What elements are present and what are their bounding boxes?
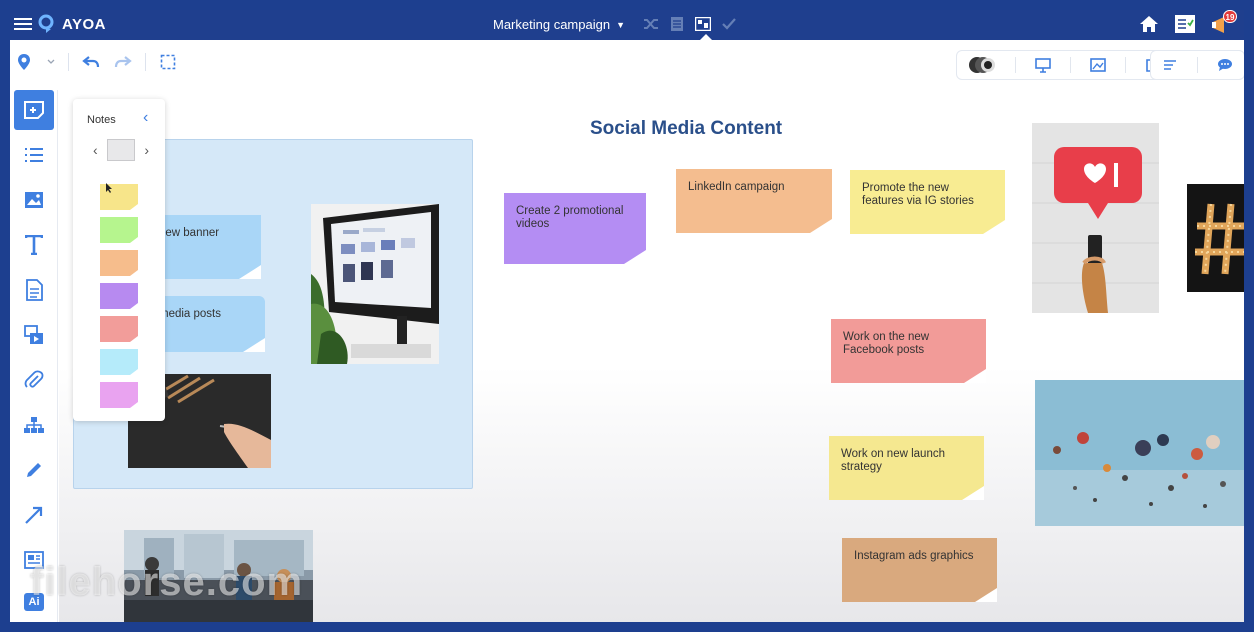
sticky-note[interactable]: Promote the new features via IG stories xyxy=(850,170,1005,234)
menu-icon[interactable] xyxy=(14,15,32,33)
current-note-style[interactable] xyxy=(107,139,135,161)
marker-icon[interactable] xyxy=(14,52,34,72)
comments-icon[interactable] xyxy=(1216,56,1234,74)
list-icon[interactable] xyxy=(14,135,54,175)
color-swatch-purple[interactable] xyxy=(100,283,138,309)
palette-pager: ‹ › xyxy=(93,137,149,163)
top-right-actions: 19 xyxy=(1138,10,1237,36)
toolbar xyxy=(10,40,1244,90)
chevron-down-icon[interactable] xyxy=(46,52,56,72)
task-list-icon[interactable] xyxy=(1174,14,1196,36)
laptop-photo[interactable] xyxy=(311,204,439,364)
sticky-note-text: Instagram ads graphics xyxy=(854,550,974,562)
sticky-note-text: Work on new launch strategy xyxy=(841,448,945,473)
sticky-note[interactable]: Create 2 promotional videos xyxy=(504,193,646,264)
arrow-icon[interactable] xyxy=(14,495,54,535)
outline-icon[interactable] xyxy=(1161,56,1179,74)
select-area-icon[interactable] xyxy=(158,52,178,72)
notification-badge: 19 xyxy=(1223,10,1237,23)
pencil-icon[interactable] xyxy=(14,450,54,490)
logo-text: AYOA xyxy=(62,15,106,33)
logo[interactable]: AYOA xyxy=(38,14,106,34)
like-notification-photo[interactable] xyxy=(1032,123,1159,313)
color-swatch-green[interactable] xyxy=(100,217,138,243)
next-page-icon[interactable]: › xyxy=(144,142,149,158)
attachment-icon[interactable] xyxy=(14,360,54,400)
toolbar-divider xyxy=(1015,57,1016,73)
color-swatch-red[interactable] xyxy=(100,316,138,342)
notifications-icon[interactable]: 19 xyxy=(1210,10,1237,36)
hashtag-photo[interactable] xyxy=(1187,184,1244,292)
color-swatch-cyan[interactable] xyxy=(100,349,138,375)
canvas-view-icon[interactable] xyxy=(694,15,712,33)
chevron-left-icon[interactable]: ‹ xyxy=(143,109,157,126)
board-title: Marketing campaign xyxy=(493,17,611,32)
toolbar-left xyxy=(14,52,178,72)
sticky-note-text: Work on the new Facebook posts xyxy=(843,331,930,356)
toolbar-divider xyxy=(1125,57,1126,73)
balloons-photo[interactable] xyxy=(1035,380,1244,526)
present-icon[interactable] xyxy=(1034,56,1052,74)
board-heading[interactable]: Social Media Content xyxy=(590,118,782,140)
sticky-note-text: new banner xyxy=(159,227,220,239)
color-swatch-pink[interactable] xyxy=(100,382,138,408)
board-canvas[interactable]: Social Media Content new banner media po… xyxy=(59,90,1244,622)
watermark: filehorse.com xyxy=(30,560,304,604)
outline-comments-group xyxy=(1150,50,1244,80)
caret-down-icon: ▼ xyxy=(616,19,625,30)
view-switcher xyxy=(642,15,738,33)
redo-icon[interactable] xyxy=(113,52,133,72)
hierarchy-icon[interactable] xyxy=(14,405,54,445)
toolbar-divider xyxy=(68,53,69,71)
document-icon[interactable] xyxy=(14,270,54,310)
sticky-note-text: media posts xyxy=(159,308,222,320)
collaborators-group xyxy=(956,50,1173,80)
image-export-icon[interactable] xyxy=(1089,56,1107,74)
collaborators-icon[interactable] xyxy=(967,56,997,74)
toolbar-divider xyxy=(1197,57,1198,73)
cursor-icon xyxy=(106,183,112,193)
notes-palette: Notes ‹ ‹ › xyxy=(73,99,165,421)
undo-icon[interactable] xyxy=(81,52,101,72)
sticky-note[interactable]: Work on new launch strategy xyxy=(829,436,984,500)
sticky-note[interactable]: Instagram ads graphics xyxy=(842,538,997,602)
sticky-note[interactable]: LinkedIn campaign xyxy=(676,169,832,233)
toolbar-divider xyxy=(145,53,146,71)
app-window: AYOA Marketing campaign ▼ 19 Ai Social M… xyxy=(10,10,1244,622)
image-icon[interactable] xyxy=(14,180,54,220)
ayoa-logo-icon xyxy=(38,14,54,33)
palette-title: Notes xyxy=(87,114,116,126)
prev-page-icon[interactable]: ‹ xyxy=(93,142,98,158)
media-icon[interactable] xyxy=(14,315,54,355)
document-view-icon[interactable] xyxy=(668,15,686,33)
left-sidebar: Ai xyxy=(10,90,58,622)
sticky-note[interactable]: Work on the new Facebook posts xyxy=(831,319,986,383)
add-note-icon[interactable] xyxy=(14,90,54,130)
sticky-note-text: Create 2 promotional videos xyxy=(516,205,624,230)
board-title-dropdown[interactable]: Marketing campaign ▼ xyxy=(493,17,625,32)
color-swatch-orange[interactable] xyxy=(100,250,138,276)
home-icon[interactable] xyxy=(1138,14,1160,36)
text-icon[interactable] xyxy=(14,225,54,265)
shuffle-icon[interactable] xyxy=(642,15,660,33)
top-bar: AYOA Marketing campaign ▼ 19 xyxy=(10,10,1244,40)
sticky-note-text: Promote the new features via IG stories xyxy=(862,182,974,207)
check-icon[interactable] xyxy=(720,15,738,33)
toolbar-divider xyxy=(1070,57,1071,73)
sticky-note-text: LinkedIn campaign xyxy=(688,181,785,193)
